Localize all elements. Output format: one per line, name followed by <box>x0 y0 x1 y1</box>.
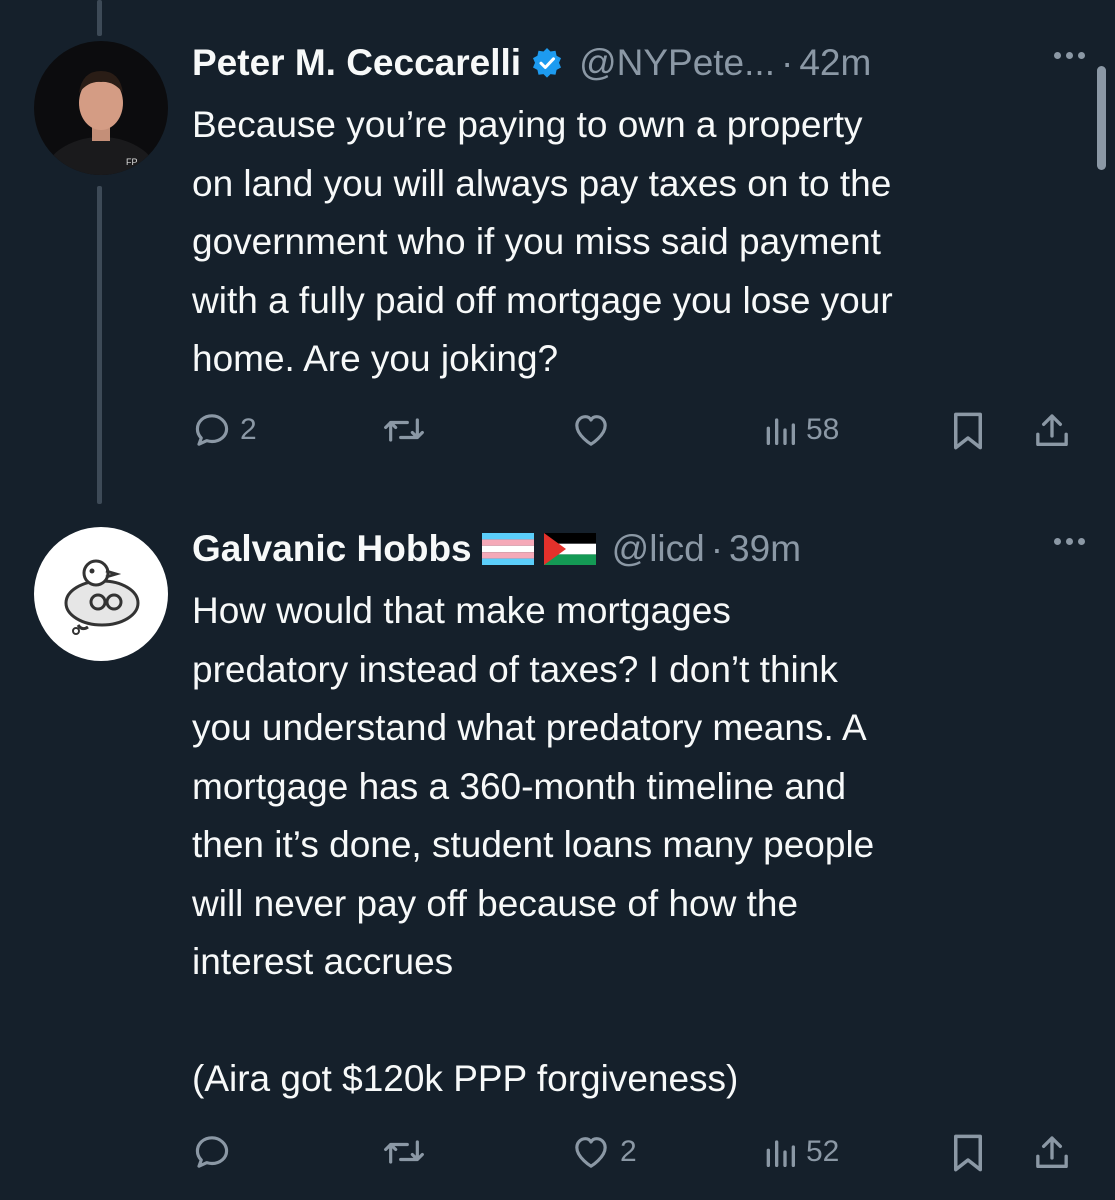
more-options-icon[interactable] <box>1054 52 1085 59</box>
reply-count: 2 <box>240 413 257 446</box>
thread-line-connector <box>97 186 102 504</box>
avatar-peter[interactable]: FP <box>34 41 168 175</box>
like-icon <box>570 1132 612 1172</box>
reply-button[interactable] <box>192 1132 240 1172</box>
retweet-icon <box>382 410 426 450</box>
avatar-shirt-logo: FP <box>126 157 138 167</box>
timestamp[interactable]: 39m <box>729 528 801 570</box>
handle[interactable]: @NYPete... <box>579 42 775 84</box>
action-bar: 2 58 <box>192 410 1082 454</box>
views-count: 58 <box>806 413 840 446</box>
share-button[interactable] <box>1032 1132 1072 1174</box>
views-icon <box>762 1132 798 1172</box>
handle[interactable]: @licd <box>612 528 705 570</box>
views-button[interactable]: 52 <box>762 1132 839 1172</box>
display-name[interactable]: Galvanic Hobbs <box>192 528 472 570</box>
reply-icon <box>192 410 232 450</box>
bookmark-icon <box>950 410 986 452</box>
retweet-icon <box>382 1132 426 1172</box>
scrollbar[interactable] <box>1097 66 1106 170</box>
like-button[interactable]: 2 <box>570 1132 637 1172</box>
like-button[interactable] <box>570 410 620 450</box>
reply-icon <box>192 1132 232 1172</box>
avatar-galvanic[interactable] <box>34 527 168 661</box>
action-bar: 2 52 <box>192 1132 1082 1176</box>
tweet-text: Because you’re paying to own a property … <box>192 104 893 379</box>
retweet-button[interactable] <box>382 410 434 450</box>
palestine-flag-icon <box>543 533 596 565</box>
retweet-button[interactable] <box>382 1132 434 1172</box>
views-icon <box>762 410 798 450</box>
share-icon <box>1032 1132 1072 1174</box>
more-options-icon[interactable] <box>1054 538 1085 545</box>
display-name[interactable]: Peter M. Ceccarelli <box>192 42 521 84</box>
views-count: 52 <box>806 1135 840 1168</box>
bookmark-button[interactable] <box>950 410 986 452</box>
verified-badge-icon[interactable] <box>531 47 563 79</box>
reply-button[interactable]: 2 <box>192 410 257 450</box>
tweet-text: How would that make mortgages predatory … <box>192 590 875 1099</box>
bookmark-button[interactable] <box>950 1132 986 1174</box>
like-icon <box>570 410 612 450</box>
tweet-header: Peter M. Ceccarelli @NYPete... · 42m <box>192 38 1085 88</box>
share-button[interactable] <box>1032 410 1072 452</box>
separator-dot: · <box>710 528 724 569</box>
bookmark-icon <box>950 1132 986 1174</box>
separator-dot: · <box>780 42 794 83</box>
transgender-flag-icon <box>481 533 534 565</box>
timestamp[interactable]: 42m <box>799 42 871 84</box>
views-button[interactable]: 58 <box>762 410 839 450</box>
tweet-header: Galvanic Hobbs @licd · 39m <box>192 524 1085 574</box>
thread-line-top <box>97 0 102 36</box>
like-count: 2 <box>620 1135 637 1168</box>
share-icon <box>1032 410 1072 452</box>
